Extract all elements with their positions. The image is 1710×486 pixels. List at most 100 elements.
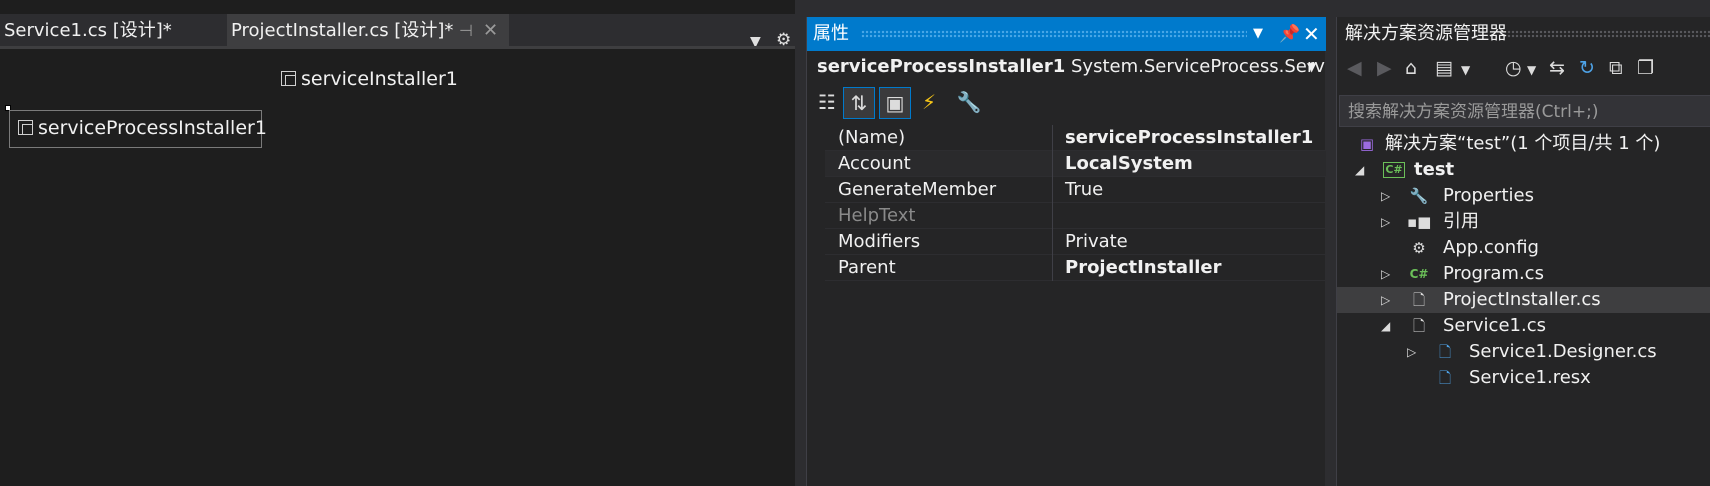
- collapse-all-icon[interactable]: ⧉: [1609, 57, 1623, 79]
- csharp-file-icon: C#: [1409, 267, 1429, 281]
- tree-item-label: 解决方案“test”(1 个项目/共 1 个): [1385, 133, 1661, 154]
- property-row-helptext[interactable]: HelpText: [825, 203, 1326, 229]
- tree-item-service1-cs[interactable]: ◢ 🗋 Service1.cs: [1337, 313, 1710, 339]
- tree-item-projectinstaller-cs[interactable]: ▷ 🗋 ProjectInstaller.cs: [1337, 287, 1710, 313]
- tree-item-program-cs[interactable]: ▷ C# Program.cs: [1337, 261, 1710, 287]
- document-tab-bar: Service1.cs [设计]* ProjectInstaller.cs [设…: [0, 14, 795, 50]
- pending-changes-icon[interactable]: ◷: [1505, 57, 1522, 79]
- component-service-installer[interactable]: serviceInstaller1: [281, 68, 458, 90]
- show-all-files-icon[interactable]: ❐: [1637, 57, 1654, 79]
- property-name: GenerateMember: [838, 179, 997, 200]
- tab-label: Service1.cs [设计]*: [4, 20, 172, 41]
- refresh-icon[interactable]: ↻: [1579, 57, 1595, 79]
- grip-dots[interactable]: [861, 30, 1247, 38]
- solution-explorer-title: 解决方案资源管理器: [1345, 23, 1507, 44]
- tree-item-label: Service1.Designer.cs: [1469, 341, 1657, 362]
- solution-explorer-pane: 解决方案资源管理器 ◀ ▶ ⌂ ▤ ▼ ◷ ▼ ⇆ ↻ ⧉ ❐ 搜索解决方案资源…: [1336, 17, 1710, 486]
- column-divider: [1052, 177, 1053, 203]
- csharp-project-icon: C#: [1383, 162, 1405, 178]
- collapsed-arrow-icon[interactable]: ▷: [1407, 339, 1421, 365]
- tab-service1-design[interactable]: Service1.cs [设计]*: [0, 14, 225, 48]
- component-label: serviceProcessInstaller1: [38, 117, 267, 139]
- designer-pane[interactable]: Service1.cs [设计]* ProjectInstaller.cs [设…: [0, 0, 795, 486]
- solution-explorer-title-bar: 解决方案资源管理器: [1337, 17, 1710, 51]
- properties-icon[interactable]: ▣: [879, 87, 911, 119]
- categorized-icon[interactable]: ☷: [811, 87, 843, 119]
- object-selector[interactable]: serviceProcessInstaller1 System.ServiceP…: [807, 51, 1326, 83]
- property-row-account[interactable]: Account LocalSystem: [825, 151, 1326, 177]
- config-file-icon: ⚙: [1412, 239, 1426, 257]
- properties-title: 属性: [813, 23, 849, 44]
- properties-toolbar: ☷ ⇅ ▣ ⚡ 🔧: [807, 83, 1326, 123]
- references-icon: ▪■: [1407, 213, 1432, 231]
- events-lightning-icon[interactable]: ⚡: [913, 87, 945, 119]
- tree-item-references[interactable]: ▷ ▪■ 引用: [1337, 209, 1710, 235]
- solution-explorer-toolbar: ◀ ▶ ⌂ ▤ ▼ ◷ ▼ ⇆ ↻ ⧉ ❐: [1337, 53, 1710, 89]
- collapsed-arrow-icon[interactable]: ▷: [1381, 261, 1395, 287]
- component-label: serviceInstaller1: [301, 68, 458, 90]
- tab-label: ProjectInstaller.cs [设计]*: [231, 20, 454, 41]
- property-grid: (Name) serviceProcessInstaller1 Account …: [825, 125, 1326, 281]
- alphabetical-icon[interactable]: ⇅: [843, 87, 875, 119]
- tab-projectinstaller-design[interactable]: ProjectInstaller.cs [设计]* ⊣ ✕: [227, 14, 509, 48]
- tree-item-label: ProjectInstaller.cs: [1443, 289, 1601, 310]
- property-name: Modifiers: [838, 231, 921, 252]
- property-value[interactable]: serviceProcessInstaller1: [1065, 125, 1313, 151]
- property-row-parent[interactable]: Parent ProjectInstaller: [825, 255, 1326, 281]
- tree-item-properties[interactable]: ▷ 🔧 Properties: [1337, 183, 1710, 209]
- property-row-generate-member[interactable]: GenerateMember True: [825, 177, 1326, 203]
- property-row-name[interactable]: (Name) serviceProcessInstaller1: [825, 125, 1326, 151]
- resource-file-icon: 🗋: [1438, 369, 1452, 387]
- pin-icon[interactable]: ⊣: [459, 14, 473, 48]
- property-value[interactable]: True: [1065, 177, 1103, 203]
- selected-object-type: System.ServiceProcess.ServiceI: [1070, 56, 1326, 77]
- property-pages-wrench-icon[interactable]: 🔧: [953, 87, 985, 119]
- collapsed-arrow-icon[interactable]: ▷: [1381, 209, 1395, 235]
- tree-item-service1-designer-cs[interactable]: ▷ 🗋 Service1.Designer.cs: [1337, 339, 1710, 365]
- property-value[interactable]: LocalSystem: [1065, 151, 1193, 177]
- forward-icon[interactable]: ▶: [1377, 57, 1392, 79]
- property-name: Parent: [838, 257, 896, 278]
- column-divider: [1052, 203, 1053, 229]
- close-icon[interactable]: ✕: [1303, 17, 1320, 51]
- tree-item-app-config[interactable]: ⚙ App.config: [1337, 235, 1710, 261]
- selected-object-name: serviceProcessInstaller1: [817, 56, 1066, 77]
- switch-views-icon[interactable]: ▤: [1435, 57, 1453, 79]
- tree-item-project[interactable]: ◢ C# test: [1337, 157, 1710, 183]
- collapsed-arrow-icon[interactable]: ▷: [1381, 183, 1395, 209]
- close-icon[interactable]: ✕: [483, 14, 498, 48]
- component-icon: [18, 120, 33, 135]
- tree-item-service1-resx[interactable]: 🗋 Service1.resx: [1337, 365, 1710, 391]
- property-value[interactable]: Private: [1065, 229, 1128, 255]
- column-divider: [1052, 229, 1053, 255]
- search-placeholder: 搜索解决方案资源管理器(Ctrl+;): [1348, 102, 1599, 122]
- component-icon: [281, 71, 296, 86]
- expanded-arrow-icon[interactable]: ◢: [1355, 157, 1369, 183]
- property-row-modifiers[interactable]: Modifiers Private: [825, 229, 1326, 255]
- grip-dots[interactable]: [1507, 30, 1710, 38]
- chevron-down-icon[interactable]: ▼: [1461, 63, 1470, 77]
- tree-item-label: Service1.resx: [1469, 367, 1591, 388]
- expanded-arrow-icon[interactable]: ◢: [1381, 313, 1395, 339]
- properties-title-bar: 属性 ▼ 📌 ✕: [807, 17, 1326, 51]
- tree-item-label: Properties: [1443, 185, 1534, 206]
- sync-icon[interactable]: ⇆: [1549, 57, 1565, 79]
- tree-item-solution[interactable]: ▣ 解决方案“test”(1 个项目/共 1 个): [1337, 131, 1710, 157]
- tree-item-label: App.config: [1443, 237, 1539, 258]
- solution-tree: ▣ 解决方案“test”(1 个项目/共 1 个) ◢ C# test ▷ 🔧 …: [1337, 131, 1710, 391]
- property-value[interactable]: ProjectInstaller: [1065, 255, 1222, 281]
- chevron-down-icon[interactable]: ▼: [1307, 51, 1316, 83]
- properties-pane: 属性 ▼ 📌 ✕ serviceProcessInstaller1 System…: [806, 17, 1326, 486]
- chevron-down-icon[interactable]: ▼: [1527, 63, 1536, 77]
- tree-item-label: Service1.cs: [1443, 315, 1546, 336]
- component-service-process-installer[interactable]: serviceProcessInstaller1: [9, 110, 267, 148]
- pin-icon[interactable]: 📌: [1279, 17, 1300, 51]
- home-icon[interactable]: ⌂: [1405, 57, 1417, 79]
- search-input[interactable]: 搜索解决方案资源管理器(Ctrl+;): [1339, 95, 1710, 127]
- tree-item-label: test: [1414, 159, 1455, 180]
- window-dropdown-icon[interactable]: ▼: [1253, 17, 1263, 51]
- collapsed-arrow-icon[interactable]: ▷: [1381, 287, 1395, 313]
- designer-file-icon: 🗋: [1438, 343, 1452, 361]
- back-icon[interactable]: ◀: [1347, 57, 1362, 79]
- wrench-icon: 🔧: [1409, 187, 1429, 205]
